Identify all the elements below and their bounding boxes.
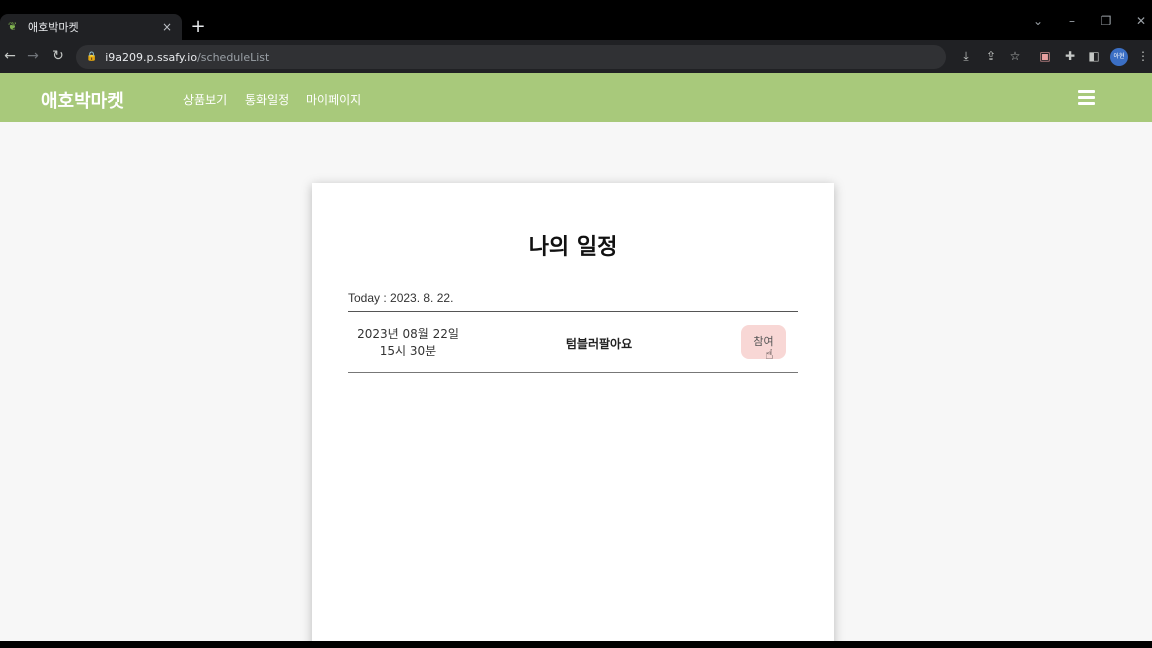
url-path: /scheduleList [197, 50, 270, 64]
extensions-puzzle-icon[interactable]: ✚ [1063, 49, 1077, 63]
share-icon[interactable]: ⇪ [984, 49, 998, 63]
site-logo[interactable]: 애호박마켓 [41, 87, 124, 113]
schedule-title: 텀블러팔아요 [565, 337, 633, 351]
close-window-icon[interactable]: ✕ [1133, 14, 1149, 28]
divider-bottom [348, 372, 798, 373]
page-title: 나의 일정 [528, 235, 618, 260]
schedule-time: 15시 30분 [379, 344, 437, 358]
reload-icon[interactable]: ↻ [50, 48, 66, 64]
divider-top [348, 311, 798, 312]
nav-link-products[interactable]: 상품보기 [183, 91, 227, 108]
side-panel-icon[interactable]: ◧ [1087, 49, 1101, 63]
bottom-edge [0, 641, 1152, 648]
extension-app-icon[interactable]: ▣ [1038, 49, 1052, 63]
nav-link-mypage[interactable]: 마이페이지 [306, 91, 361, 108]
tab-close-icon[interactable]: × [160, 20, 174, 34]
url-host: i9a209.p.ssafy.io [105, 50, 198, 64]
browser-tab-bar: ❦ 애호박마켓 × + ⌄ – ❐ ✕ [0, 0, 1152, 40]
nav-link-call-schedule[interactable]: 통화일정 [245, 91, 289, 108]
back-icon[interactable]: ← [2, 48, 18, 64]
tab-search-icon[interactable]: ⌄ [1030, 14, 1046, 28]
web-page: 애호박마켓 상품보기 통화일정 마이페이지 나의 일정 Today : 2023… [0, 73, 1152, 641]
site-favicon-icon: ❦ [8, 20, 18, 33]
schedule-date: 2023년 08월 22일 [357, 327, 459, 341]
menu-kebab-icon[interactable]: ⋮ [1136, 49, 1150, 63]
new-tab-button[interactable]: + [190, 16, 206, 37]
hamburger-menu-icon[interactable] [1078, 90, 1095, 105]
profile-avatar[interactable]: 아현 [1110, 48, 1128, 66]
tab-title: 애호박마켓 [28, 21, 79, 34]
minimize-icon[interactable]: – [1064, 14, 1080, 28]
lock-icon: 🔒 [86, 52, 98, 62]
site-navbar: 애호박마켓 상품보기 통화일정 마이페이지 [0, 73, 1152, 122]
today-date: Today : 2023. 8. 22. [348, 291, 454, 305]
schedule-datetime: 2023년 08월 22일 15시 30분 [348, 326, 468, 360]
restore-icon[interactable]: ❐ [1098, 14, 1114, 28]
browser-tab[interactable]: ❦ 애호박마켓 × [0, 14, 182, 40]
install-icon[interactable]: ⤓ [959, 49, 973, 64]
bookmark-star-icon[interactable]: ☆ [1008, 49, 1022, 63]
forward-icon[interactable]: → [25, 48, 41, 64]
browser-toolbar: ← → ↻ 🔒 i9a209.p.ssafy.io/scheduleList ⤓… [0, 40, 1152, 73]
join-button[interactable]: 참여 [741, 325, 786, 359]
schedule-card: 나의 일정 Today : 2023. 8. 22. 2023년 08월 22일… [312, 183, 834, 641]
hand-cursor-icon: ☝ [765, 347, 774, 363]
address-bar[interactable]: 🔒 i9a209.p.ssafy.io/scheduleList [76, 45, 946, 69]
